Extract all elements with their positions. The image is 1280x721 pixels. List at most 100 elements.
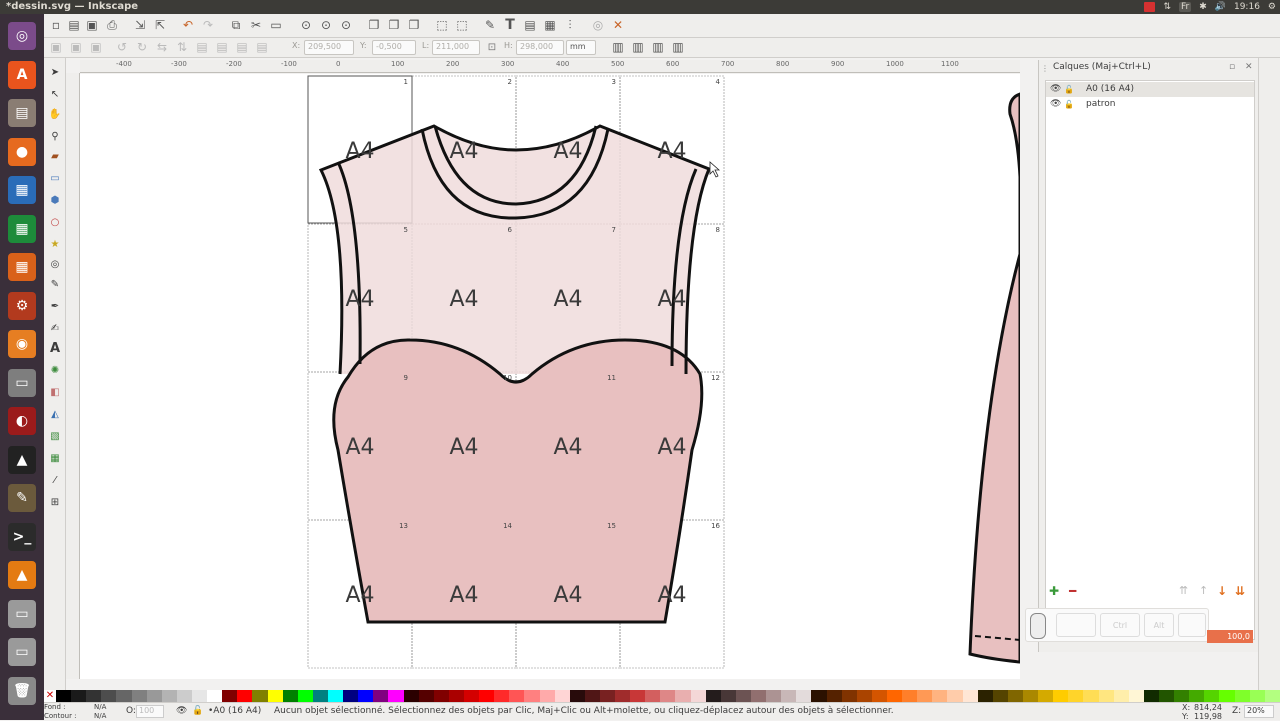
undo-icon[interactable]: ↶ [180, 17, 196, 33]
raise-layer-top-icon[interactable]: ⇈ [1179, 584, 1188, 597]
layer-row[interactable]: 👁 🔓 A0 (16 A4) [1046, 82, 1254, 97]
color-swatch[interactable] [524, 690, 540, 702]
libreoffice-calc-icon[interactable]: ▦ [4, 211, 40, 247]
color-swatch[interactable] [977, 690, 993, 702]
drawing-canvas[interactable]: 1 A4 2 A4 3 A4 4 A4 5 A4 6 A4 7 A4 8 A4 9 A4 10 A4 11 A4 12 A4 1… [80, 74, 1020, 679]
color-swatch[interactable] [327, 690, 344, 702]
print-icon[interactable]: ⎙ [104, 17, 120, 33]
color-swatch[interactable] [1068, 690, 1084, 702]
bucket-tool-icon[interactable]: ◭ [47, 406, 63, 422]
color-swatch[interactable] [1219, 690, 1235, 702]
libreoffice-writer-icon[interactable]: ▦ [4, 172, 40, 208]
redo-icon[interactable]: ↷ [200, 17, 216, 33]
text-tool-icon[interactable]: A [47, 340, 63, 356]
layer-name[interactable]: A0 (16 A4) [1086, 82, 1134, 97]
raise-top-icon[interactable]: ▤ [234, 39, 250, 55]
color-swatch[interactable] [630, 690, 646, 702]
color-swatch[interactable] [1264, 690, 1280, 702]
network-icon[interactable]: ⇅ [1163, 2, 1171, 12]
color-swatch[interactable] [448, 690, 464, 702]
color-swatch[interactable] [101, 690, 117, 702]
stroke-value[interactable]: N/A [94, 712, 106, 720]
gimp-icon[interactable]: ✎ [4, 480, 40, 516]
no-paint-swatch[interactable]: ✕ [44, 690, 56, 702]
color-swatch[interactable] [599, 690, 616, 702]
bodice-top-shape[interactable] [321, 126, 709, 374]
dropper-tool-icon[interactable]: ⁄ [47, 472, 63, 488]
color-swatch[interactable] [1158, 690, 1175, 702]
import-icon[interactable]: ⇲ [132, 17, 148, 33]
color-swatch[interactable] [1189, 690, 1205, 702]
gear-icon[interactable]: ⚙ [1268, 2, 1276, 12]
panel-handle-icon[interactable]: ⋮ [1041, 64, 1049, 73]
second-pattern-piece[interactable] [968, 92, 1020, 664]
color-swatch[interactable] [312, 690, 328, 702]
unit-select[interactable]: mm [566, 40, 596, 55]
color-swatch[interactable] [176, 690, 192, 702]
inkscape-icon[interactable]: ▲ [4, 442, 40, 478]
color-swatch[interactable] [1234, 690, 1250, 702]
layer-name[interactable]: patron [1086, 97, 1115, 112]
layer-lock-icon[interactable]: 🔓 [192, 706, 203, 716]
software-center-icon[interactable]: A [4, 57, 40, 93]
system-settings-icon[interactable]: ⚙ [4, 288, 40, 324]
spray-tool-icon[interactable]: ✺ [47, 362, 63, 378]
color-swatch[interactable] [1023, 690, 1039, 702]
text-font-icon[interactable]: T [502, 17, 518, 33]
color-swatch[interactable] [71, 690, 87, 702]
color-swatch[interactable] [705, 690, 721, 702]
color-swatch[interactable] [1038, 690, 1054, 702]
zoom-tool-icon[interactable]: ⚲ [47, 128, 63, 144]
color-swatch[interactable] [297, 690, 313, 702]
color-swatch[interactable] [191, 690, 208, 702]
ellipse-tool-icon[interactable]: ○ [47, 214, 63, 230]
bodice-bottom-shape[interactable] [332, 338, 704, 624]
eye-icon[interactable]: 👁 [1050, 97, 1061, 112]
rotate-ccw-icon[interactable]: ↺ [114, 39, 130, 55]
select-all-icon[interactable]: ▣ [48, 39, 64, 55]
color-swatch[interactable] [433, 690, 449, 702]
star-tool-icon[interactable]: ★ [47, 236, 63, 252]
color-swatch[interactable] [237, 690, 253, 702]
scale-stroke-icon[interactable]: ▥ [610, 39, 626, 55]
keyboard-layout-indicator[interactable]: Fr [1178, 2, 1192, 12]
lower-layer-bottom-icon[interactable]: ⇊ [1235, 584, 1245, 598]
color-swatch[interactable] [917, 690, 933, 702]
pen-tool-icon[interactable]: ✒ [47, 298, 63, 314]
color-swatch[interactable] [222, 690, 238, 702]
spiral-tool-icon[interactable]: ◎ [47, 256, 63, 272]
flip-v-icon[interactable]: ⇅ [174, 39, 190, 55]
firefox-icon[interactable]: ● [4, 134, 40, 170]
lower-icon[interactable]: ▤ [214, 39, 230, 55]
color-swatch[interactable] [479, 690, 495, 702]
color-swatch[interactable] [811, 690, 827, 702]
color-swatch[interactable] [267, 690, 283, 702]
tweak-tool-icon[interactable]: ✋ [47, 106, 63, 122]
color-swatch[interactable] [1083, 690, 1099, 702]
width-field[interactable]: 211,000 [432, 40, 480, 55]
color-swatch[interactable] [766, 690, 782, 702]
color-swatch[interactable] [841, 690, 857, 702]
node-tool-icon[interactable]: ↖ [47, 86, 63, 102]
color-swatch[interactable] [615, 690, 631, 702]
opacity-field[interactable]: 100 [136, 705, 164, 718]
zoom-page-icon[interactable]: ⊙ [338, 17, 354, 33]
group-icon[interactable]: ⬚ [434, 17, 450, 33]
save-icon[interactable]: ▣ [84, 17, 100, 33]
color-swatch[interactable] [887, 690, 903, 702]
color-swatch[interactable] [161, 690, 177, 702]
layer-row[interactable]: 👁 🔓 patron [1046, 97, 1254, 112]
color-swatch[interactable] [675, 690, 691, 702]
terminal-icon[interactable]: >_ [4, 519, 40, 555]
calligraphy-tool-icon[interactable]: ✍ [47, 320, 63, 336]
color-swatch[interactable] [871, 690, 888, 702]
raise-layer-icon[interactable]: ↑ [1199, 584, 1208, 597]
color-swatch[interactable] [1204, 690, 1220, 702]
xml-editor-icon[interactable]: ▦ [542, 17, 558, 33]
color-swatch[interactable] [735, 690, 752, 702]
notification-icon[interactable] [1144, 2, 1156, 12]
mesh-tool-icon[interactable]: ▦ [47, 450, 63, 466]
color-swatch[interactable] [1174, 690, 1190, 702]
volume-icon[interactable]: 🔊 [1215, 2, 1226, 12]
color-swatch[interactable] [116, 690, 132, 702]
